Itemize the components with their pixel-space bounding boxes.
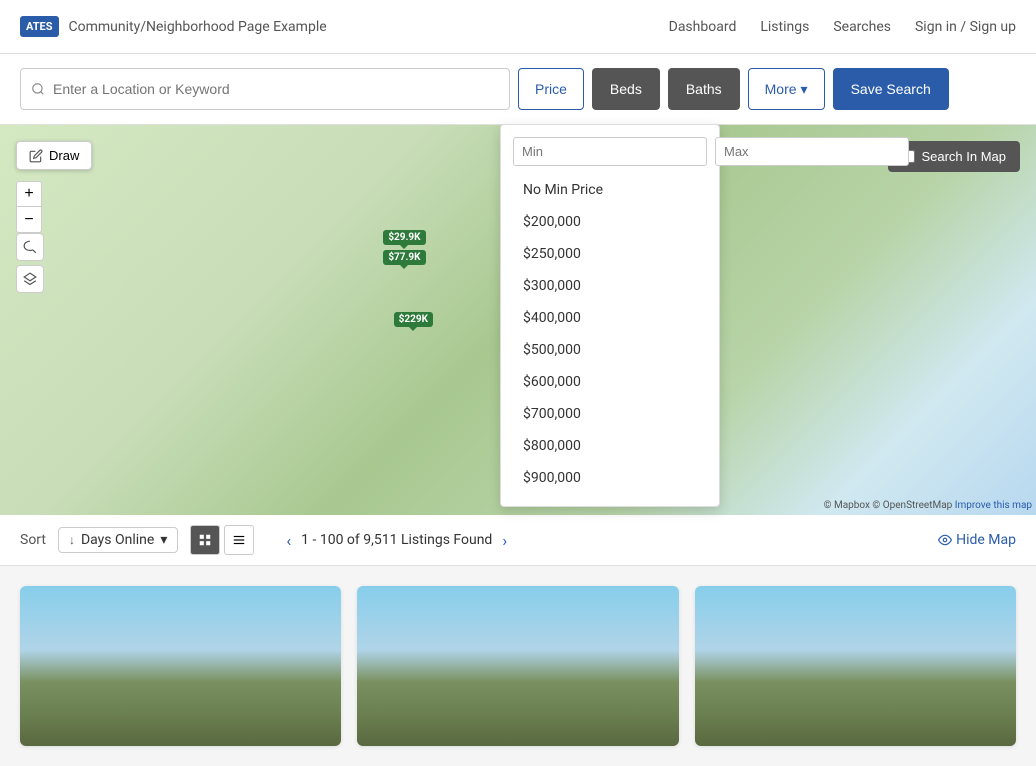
header: ATES Community/Neighborhood Page Example… <box>0 0 1036 54</box>
grid-view-button[interactable] <box>190 525 220 555</box>
sort-select-wrapper[interactable]: ↓ Days Online ▾ <box>58 527 178 553</box>
map-tools <box>16 233 44 293</box>
price-option[interactable]: $800,000 <box>513 430 707 462</box>
map-price-pin[interactable]: $229K <box>394 312 433 327</box>
sort-label: Sort <box>20 532 46 548</box>
grid-icon <box>198 533 212 547</box>
more-label: More <box>765 81 797 97</box>
pagination: ‹ 1 - 100 of 9,511 Listings Found › <box>286 531 507 550</box>
nav-listings[interactable]: Listings <box>760 19 809 35</box>
house-background <box>695 586 1016 746</box>
eye-icon <box>938 533 952 547</box>
price-min-input[interactable] <box>513 137 707 166</box>
price-option[interactable]: $500,000 <box>513 334 707 366</box>
view-toggle <box>190 525 254 555</box>
results-bar: Sort ↓ Days Online ▾ ‹ 1 - 100 of 9,511 … <box>0 515 1036 566</box>
list-icon <box>232 533 246 547</box>
next-page-button[interactable]: › <box>502 531 507 550</box>
nav-searches[interactable]: Searches <box>833 19 891 35</box>
chevron-down-icon: ▾ <box>801 81 808 98</box>
sort-down-icon: ↓ <box>69 533 75 547</box>
list-view-button[interactable] <box>224 525 254 555</box>
house-background <box>20 586 341 746</box>
price-range-inputs <box>513 137 707 166</box>
listing-image <box>357 586 678 746</box>
price-option[interactable]: $250,000 <box>513 238 707 270</box>
search-in-map-label: Search In Map <box>921 149 1006 164</box>
layers-icon <box>23 272 37 286</box>
price-option[interactable]: No Min Price <box>513 174 707 206</box>
map-credit: © Mapbox © OpenStreetMap Improve this ma… <box>824 500 1032 511</box>
pagination-text: 1 - 100 of 9,511 Listings Found <box>301 532 492 548</box>
price-option[interactable]: $600,000 <box>513 366 707 398</box>
search-input-wrapper <box>20 68 510 110</box>
search-area: Price Beds Baths More ▾ Save Search <box>0 54 1036 125</box>
sort-chevron-icon: ▾ <box>160 532 167 548</box>
baths-filter-button[interactable]: Baths <box>668 68 740 110</box>
listing-card[interactable] <box>357 586 678 746</box>
zoom-in-button[interactable]: + <box>16 181 42 207</box>
header-nav: Dashboard Listings Searches Sign in / Si… <box>669 19 1016 35</box>
price-filter-button[interactable]: Price <box>518 68 584 110</box>
listing-image <box>695 586 1016 746</box>
price-option[interactable]: $300,000 <box>513 270 707 302</box>
layers-tool-button[interactable] <box>16 265 44 293</box>
house-background <box>357 586 678 746</box>
nav-signin[interactable]: Sign in / Sign up <box>915 19 1016 35</box>
page-subtitle: Community/Neighborhood Page Example <box>69 19 327 35</box>
zoom-controls: + − <box>16 181 42 233</box>
price-max-input[interactable] <box>715 137 909 166</box>
nav-dashboard[interactable]: Dashboard <box>669 19 737 35</box>
prev-page-button[interactable]: ‹ <box>286 531 291 550</box>
logo: ATES <box>20 16 59 37</box>
lasso-tool-button[interactable] <box>16 233 44 261</box>
price-option[interactable]: $400,000 <box>513 302 707 334</box>
price-dropdown: No Min Price$200,000$250,000$300,000$400… <box>500 124 720 507</box>
listings-grid <box>0 566 1036 766</box>
logo-area: ATES Community/Neighborhood Page Example <box>20 16 327 37</box>
listing-card[interactable] <box>20 586 341 746</box>
search-icon <box>31 82 45 96</box>
beds-filter-button[interactable]: Beds <box>592 68 660 110</box>
price-option[interactable]: $700,000 <box>513 398 707 430</box>
price-option[interactable]: $900,000 <box>513 462 707 494</box>
hide-map-button[interactable]: Hide Map <box>938 532 1016 548</box>
map-price-pin[interactable]: $77.9K <box>383 250 425 265</box>
more-filter-button[interactable]: More ▾ <box>748 68 825 110</box>
draw-label: Draw <box>49 148 79 163</box>
zoom-out-button[interactable]: − <box>16 207 42 233</box>
listing-card[interactable] <box>695 586 1016 746</box>
pencil-icon <box>29 149 43 163</box>
draw-button[interactable]: Draw <box>16 141 92 170</box>
search-area-wrapper: Price Beds Baths More ▾ Save Search No M… <box>0 54 1036 125</box>
sort-value: Days Online <box>81 532 154 548</box>
hide-map-label: Hide Map <box>956 532 1016 548</box>
listing-image <box>20 586 341 746</box>
price-option[interactable]: $200,000 <box>513 206 707 238</box>
price-options-list: No Min Price$200,000$250,000$300,000$400… <box>513 174 707 494</box>
save-search-button[interactable]: Save Search <box>833 68 949 110</box>
price-dropdown-content: No Min Price$200,000$250,000$300,000$400… <box>501 125 719 506</box>
map-price-pin[interactable]: $29.9K <box>383 230 425 245</box>
lasso-icon <box>23 240 37 254</box>
search-input[interactable] <box>53 81 499 97</box>
improve-map-link[interactable]: Improve this map <box>955 500 1032 511</box>
mapbox-text: © Mapbox © OpenStreetMap <box>824 500 953 511</box>
